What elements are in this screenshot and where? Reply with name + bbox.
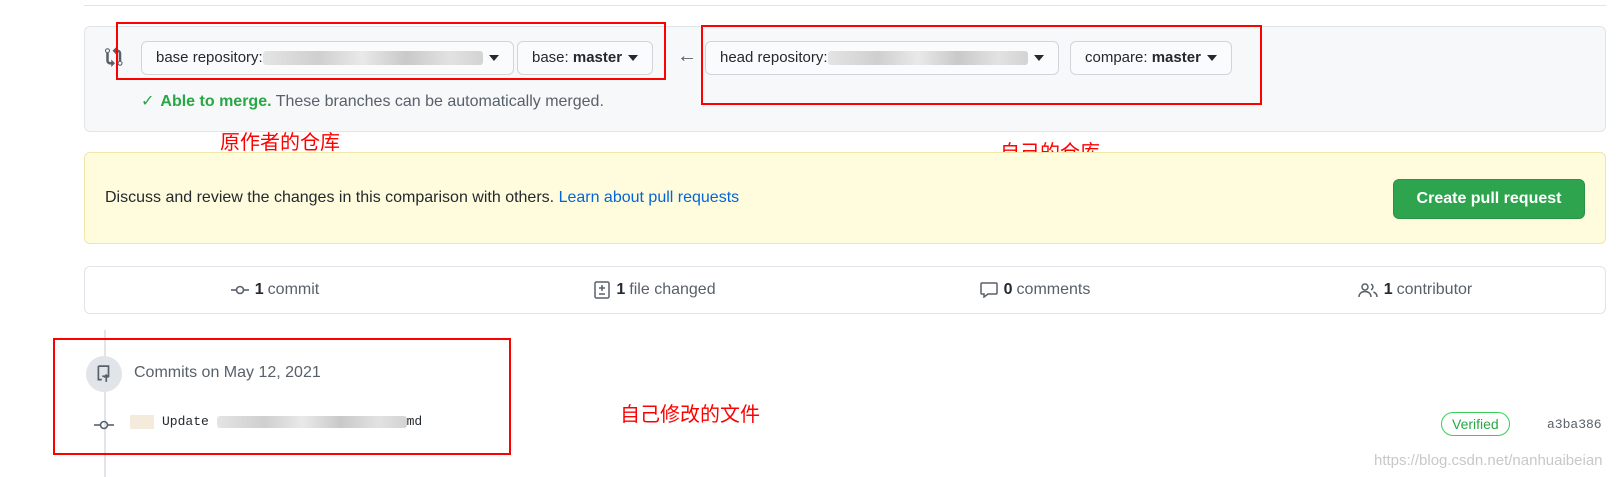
annotation-box-commit [53, 338, 511, 455]
merge-status: ✓ Able to merge. These branches can be au… [141, 91, 604, 111]
verified-badge[interactable]: Verified [1441, 412, 1510, 436]
merge-status-ok: Able to merge. [160, 93, 272, 110]
annotation-box-base [116, 22, 666, 80]
contributors-label: contributor [1396, 281, 1473, 298]
summary-commits[interactable]: 1 commit [85, 267, 465, 313]
numbers-summary: 1 commit 1 file changed 0 comments 1 contrib… [84, 266, 1606, 314]
commits-label: commit [267, 281, 320, 298]
summary-comments[interactable]: 0 comments [845, 267, 1225, 313]
create-pull-request-button[interactable]: Create pull request [1393, 179, 1585, 219]
commit-sha-link[interactable]: a3ba386 [1547, 417, 1602, 432]
watermark: https://blog.csdn.net/nanhuaibeian [1374, 452, 1603, 469]
flash-text: Discuss and review the changes in this c… [105, 189, 739, 207]
file-diff-icon [594, 281, 611, 299]
commits-count: 1 [254, 281, 264, 298]
flash-message: Discuss and review the changes in this c… [105, 189, 555, 206]
annotation-label-commit: 自己修改的文件 [620, 402, 760, 426]
annotation-label-base: 原作者的仓库 [220, 130, 340, 154]
comments-count: 0 [1003, 281, 1013, 298]
arrow-left-icon: ← [677, 45, 697, 67]
files-count: 1 [616, 281, 626, 298]
git-commit-icon [230, 282, 249, 298]
merge-status-text: These branches can be automatically merg… [275, 93, 604, 110]
flash-notice: Discuss and review the changes in this c… [84, 152, 1606, 244]
summary-files[interactable]: 1 file changed [465, 267, 845, 313]
comment-icon [979, 282, 998, 298]
annotation-box-head [701, 25, 1262, 105]
learn-pull-requests-link[interactable]: Learn about pull requests [559, 189, 740, 206]
summary-contributors[interactable]: 1 contributor [1225, 267, 1605, 313]
contributors-count: 1 [1383, 281, 1393, 298]
comments-label: comments [1016, 281, 1091, 298]
people-icon [1358, 282, 1378, 298]
files-label: file changed [629, 281, 716, 298]
check-icon: ✓ [141, 93, 155, 110]
top-divider [84, 5, 1606, 6]
